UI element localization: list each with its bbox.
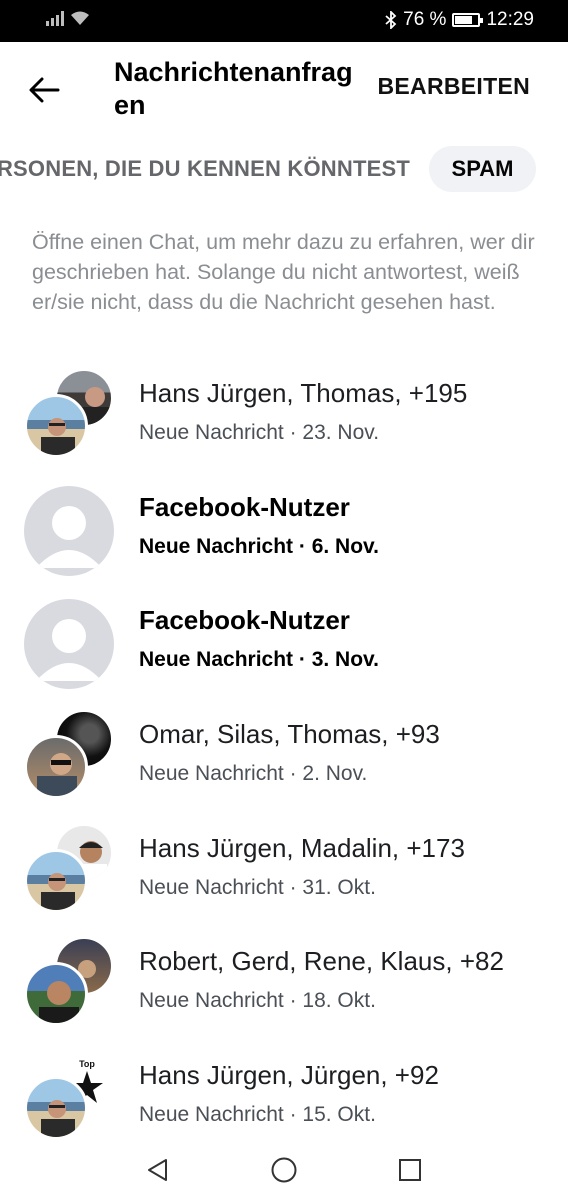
request-name: Hans Jürgen, Madalin, +173 [139,832,465,863]
group-avatar [24,709,114,800]
clock: 12:29 [486,9,534,30]
status-right: 76 % 12:29 [385,9,534,31]
tab-spam[interactable]: SPAM [429,146,536,192]
list-item[interactable]: Facebook-Nutzer Neue Nachricht · 3. Nov. [0,585,568,699]
system-nav-bar [0,1140,568,1200]
nav-home-button[interactable] [268,1154,300,1186]
group-avatar [24,368,114,458]
wifi-icon [71,11,89,25]
header: Nachrichtenanfragen BEARBEITEN [0,42,568,142]
nav-back-button[interactable] [142,1154,174,1186]
tab-people-you-may-know[interactable]: PERSONEN, DIE DU KENNEN KÖNNTEST [0,156,410,182]
edit-button[interactable]: BEARBEITEN [377,73,530,100]
request-tabs: PERSONEN, DIE DU KENNEN KÖNNTEST SPAM [0,146,568,194]
cell-signal-icon [46,10,64,26]
default-user-icon [24,485,114,576]
battery-percent: 76 % [403,9,447,30]
request-meta: Neue Nachricht · 15. Okt. [139,1103,376,1127]
avatar-photo [24,735,88,800]
list-item[interactable]: Omar, Silas, Thomas, +93 Neue Nachricht … [0,699,568,813]
avatar-photo [24,848,88,913]
request-meta: Neue Nachricht · 31. Okt. [139,875,376,899]
list-item[interactable]: Hans Jürgen, Thomas, +195 Neue Nachricht… [0,358,568,472]
list-item[interactable]: Top Hans Jürgen, Jürgen, +92 Neue Nachri… [0,1040,568,1154]
info-text: Öffne einen Chat, um mehr dazu zu erfahr… [32,230,535,314]
request-list: Hans Jürgen, Thomas, +195 Neue Nachricht… [0,358,568,1154]
request-name: Omar, Silas, Thomas, +93 [139,719,440,750]
default-avatar [24,595,114,690]
square-recents-icon [399,1159,421,1181]
list-item[interactable]: Robert, Gerd, Rene, Klaus, +82 Neue Nach… [0,926,568,1040]
group-avatar [24,822,114,913]
request-meta: Neue Nachricht · 18. Okt. [139,989,376,1013]
request-name: Hans Jürgen, Jürgen, +92 [139,1060,439,1091]
signal-indicators [46,10,90,26]
battery-icon [452,13,484,27]
bluetooth-icon [385,11,397,29]
back-button[interactable] [24,70,64,110]
default-avatar [24,482,114,576]
group-avatar [24,936,114,1027]
request-name: Facebook-Nutzer [139,605,350,636]
request-meta: Neue Nachricht · 23. Nov. [139,421,380,444]
list-item[interactable]: Facebook-Nutzer Neue Nachricht · 6. Nov. [0,472,568,586]
request-meta: Neue Nachricht · 6. Nov. [139,534,380,558]
avatar-photo [24,394,88,458]
request-name: Hans Jürgen, Thomas, +195 [139,378,468,408]
list-item[interactable]: Hans Jürgen, Madalin, +173 Neue Nachrich… [0,813,568,927]
avatar-photo [24,1076,88,1141]
group-avatar: Top [24,1050,114,1141]
status-bar: 76 % 12:29 [0,0,568,42]
avatar-photo [24,962,88,1027]
circle-home-icon [271,1157,297,1183]
default-user-icon [24,599,114,690]
arrow-left-icon [29,77,60,103]
page-title: Nachrichtenanfragen [114,57,353,120]
request-name: Facebook-Nutzer [139,491,350,522]
request-meta: Neue Nachricht · 3. Nov. [139,648,380,672]
nav-recents-button[interactable] [394,1154,426,1186]
triangle-back-icon [148,1159,167,1181]
logo-text: Top [79,1059,95,1069]
request-name: Robert, Gerd, Rene, Klaus, +82 [139,946,504,977]
request-meta: Neue Nachricht · 2. Nov. [139,762,368,786]
